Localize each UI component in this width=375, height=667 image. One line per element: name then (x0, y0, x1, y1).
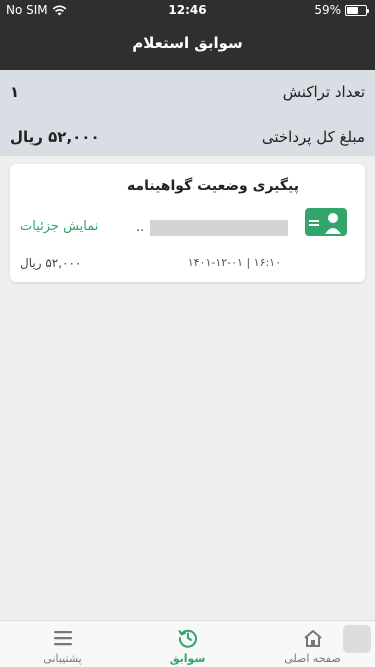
battery-percent: 59% (314, 3, 341, 17)
total-label: مبلغ کل پرداختی (261, 128, 365, 146)
card-title: پیگیری وضعیت گواهینامه (126, 178, 299, 194)
app-header: No SIM 12:46 59% سوابق استعلام (0, 0, 375, 70)
battery-level (347, 6, 358, 14)
masked-license-number (150, 220, 288, 236)
menu-icon (54, 631, 72, 646)
total-amount: ۵۲,۰۰۰ ریال (10, 128, 100, 146)
tab-history-label: سوابق (169, 652, 206, 665)
inquiry-datetime: ۱۶:۱۰ | ۱۴۰۱-۱۲-۰۱ (187, 256, 281, 269)
transactions-row: تعداد تراکنش ۱ (10, 81, 365, 103)
tab-home-label: صفحه اصلی (284, 652, 341, 665)
battery-icon (345, 4, 369, 16)
license-card-icon (305, 208, 347, 236)
home-icon (304, 630, 322, 647)
inquiry-amount: ۵۲,۰۰۰ ریال (20, 256, 82, 270)
inquiry-card[interactable]: پیگیری وضعیت گواهینامه .. نمایش جزئیات ۱… (10, 164, 365, 282)
status-bar: No SIM 12:46 59% (0, 0, 375, 22)
tab-history[interactable]: سوابق (125, 621, 250, 667)
tab-support-label: پشتیبانی (43, 652, 82, 665)
summary-panel: تعداد تراکنش ۱ مبلغ کل پرداختی ۵۲,۰۰۰ ری… (0, 70, 375, 156)
total-row: مبلغ کل پرداختی ۵۲,۰۰۰ ریال (10, 126, 365, 148)
history-clock-icon (178, 629, 197, 648)
transactions-label: تعداد تراکنش (282, 83, 365, 101)
bottom-tab-bar: صفحه اصلی سوابق پشتیبانی (0, 620, 375, 667)
page-title: سوابق استعلام (132, 34, 243, 52)
app-overlay-badge (343, 625, 371, 653)
masked-suffix: .. (136, 220, 145, 235)
tab-support[interactable]: پشتیبانی (0, 621, 125, 667)
transactions-count: ۱ (10, 83, 20, 101)
show-details-link[interactable]: نمایش جزئیات (20, 219, 98, 234)
